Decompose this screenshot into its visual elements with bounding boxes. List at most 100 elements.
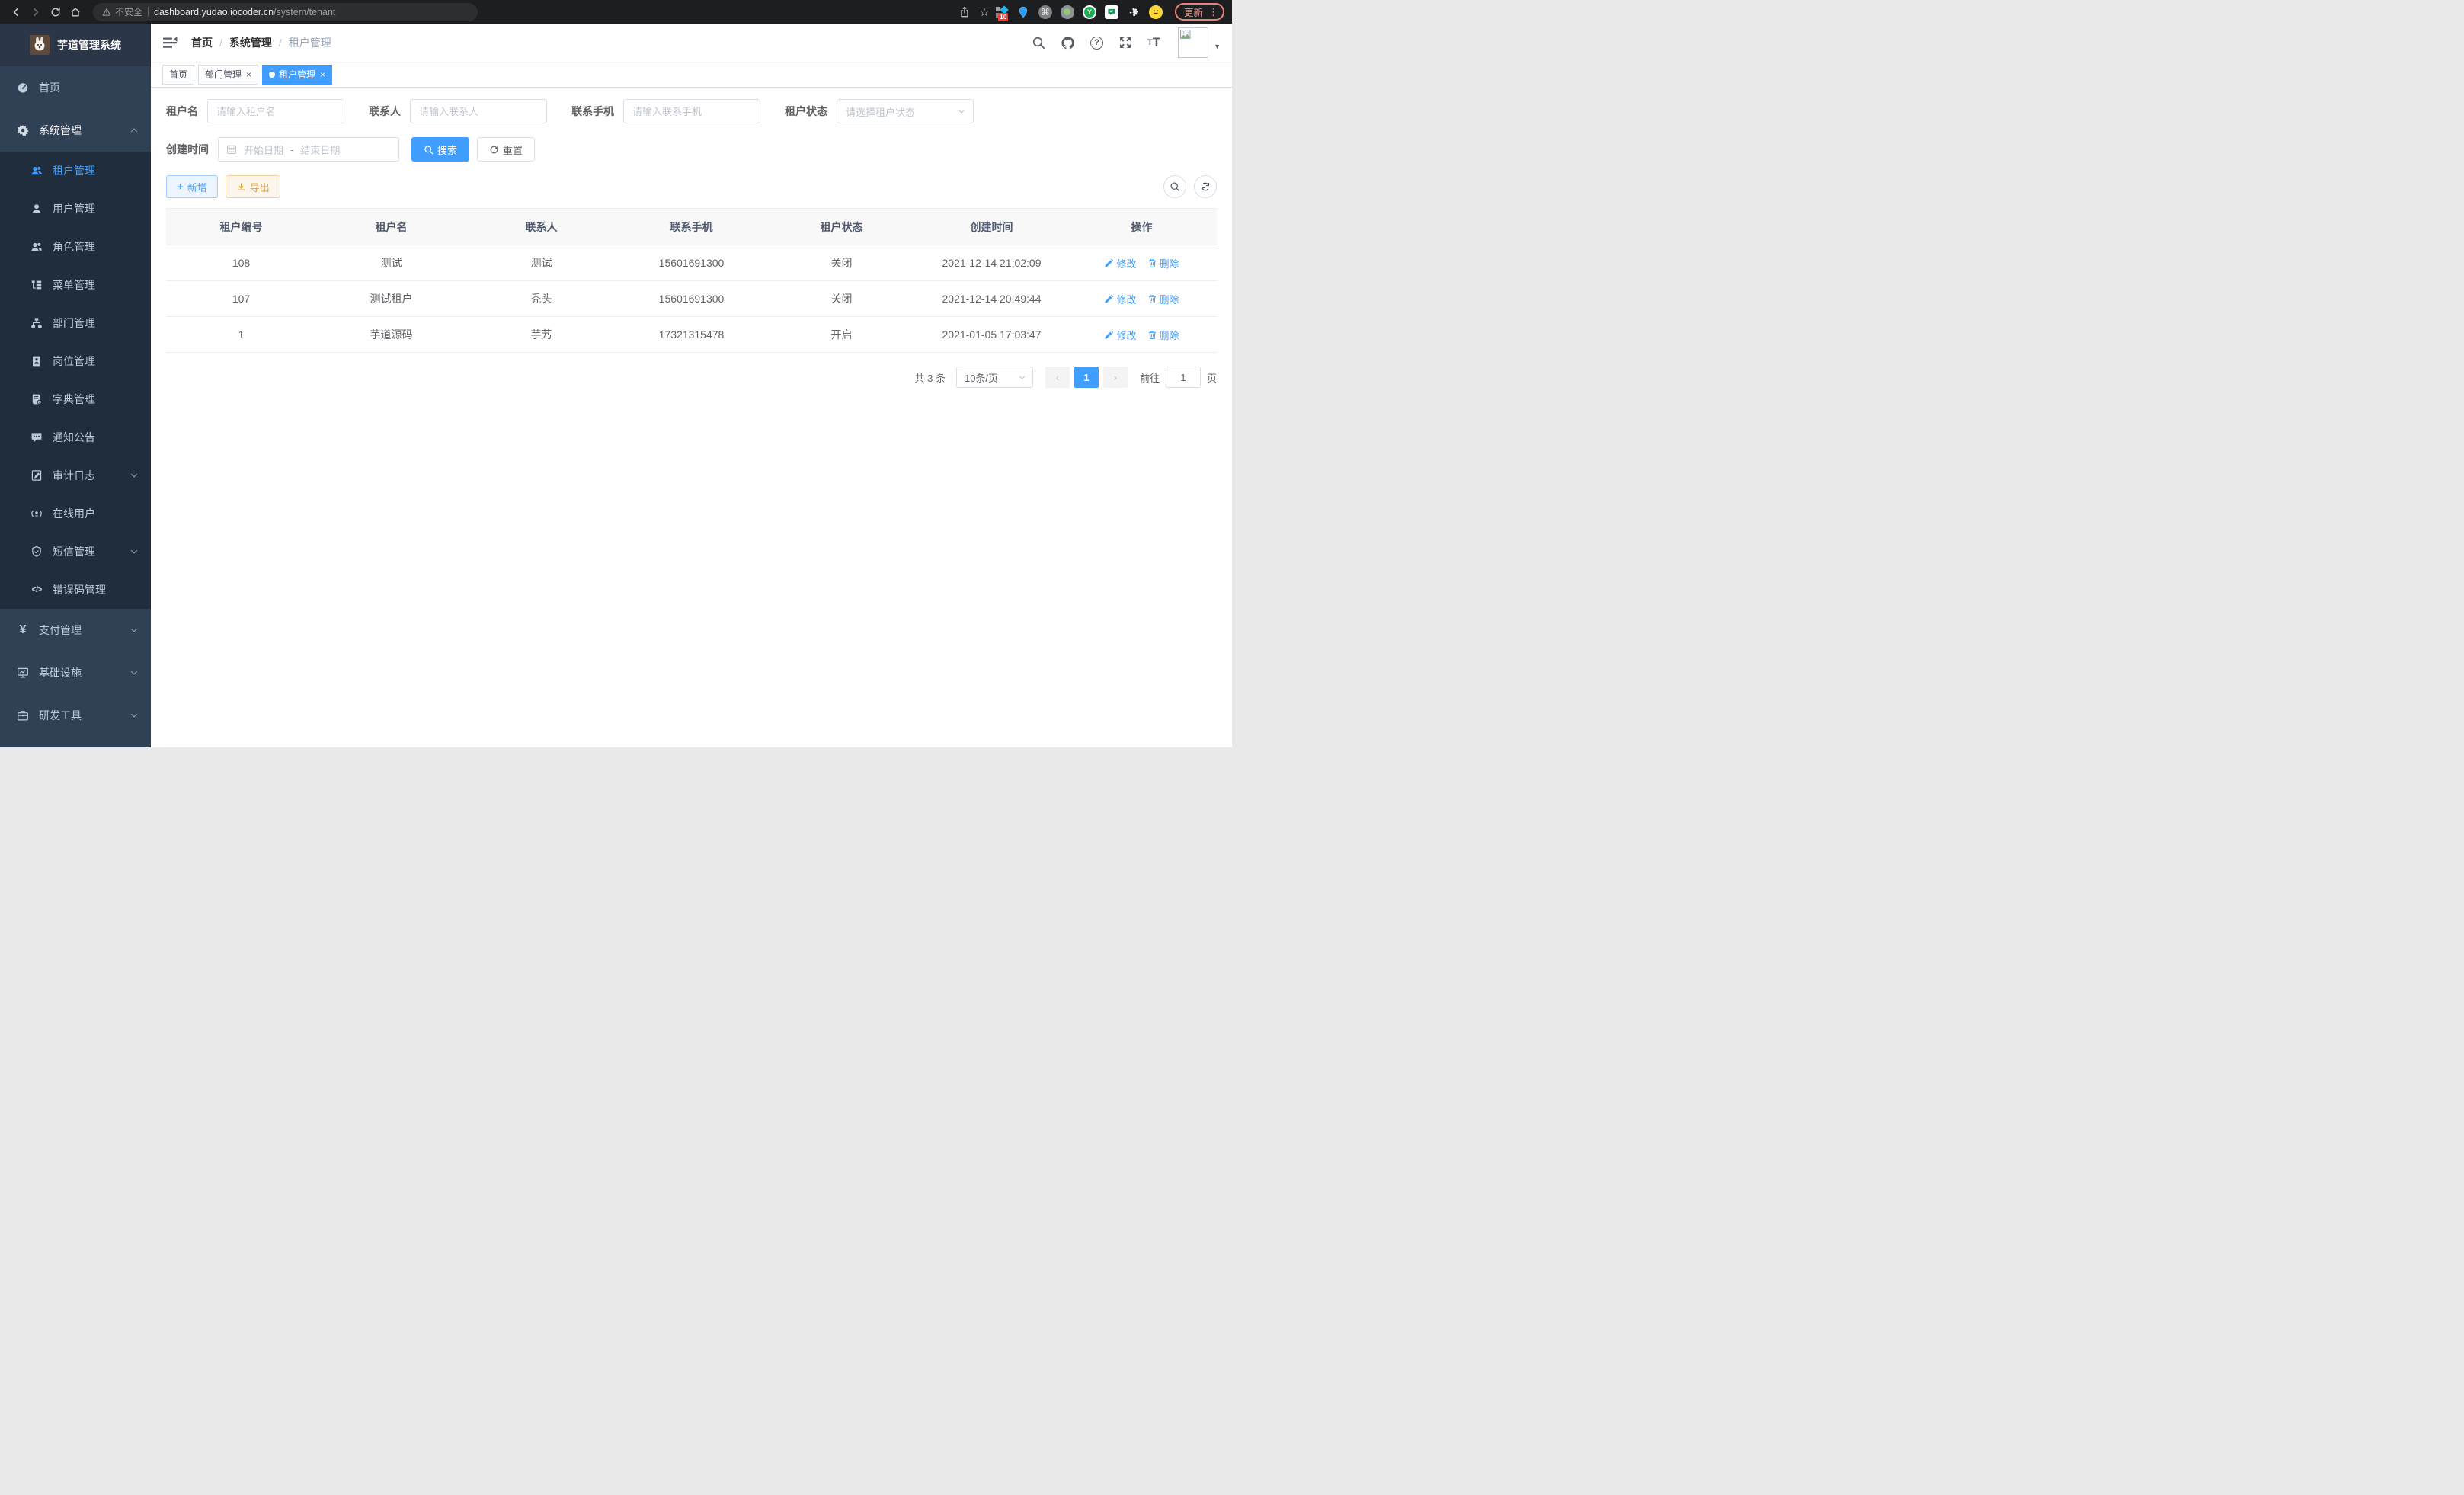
sidebar-item-devtools[interactable]: 研发工具 <box>0 694 151 737</box>
sidebar-item-sms[interactable]: 短信管理 <box>0 533 151 571</box>
toggle-search-button[interactable] <box>1163 175 1186 198</box>
forward-icon[interactable] <box>27 4 44 21</box>
delete-link[interactable]: 删除 <box>1147 328 1179 342</box>
sidebar-item-dept[interactable]: 部门管理 <box>0 304 151 342</box>
tenant-name-input[interactable] <box>207 99 344 123</box>
caret-down-icon: ▼ <box>1214 43 1221 50</box>
sidebar-item-dict[interactable]: 字典管理 <box>0 380 151 418</box>
fullscreen-icon[interactable] <box>1118 35 1133 50</box>
goto-page-input[interactable] <box>1166 367 1201 388</box>
cell-create-time: 2021-12-14 20:49:44 <box>917 281 1067 317</box>
status-select[interactable]: 请选择租户状态 <box>837 99 974 123</box>
search-button[interactable]: 搜索 <box>411 137 469 162</box>
export-button[interactable]: 导出 <box>226 175 280 198</box>
contact-input[interactable] <box>410 99 547 123</box>
delete-link[interactable]: 删除 <box>1147 256 1179 271</box>
refresh-table-button[interactable] <box>1194 175 1217 198</box>
prev-page-button[interactable]: ‹ <box>1045 367 1070 388</box>
search-label: 搜索 <box>437 142 457 157</box>
sidebar-item-post[interactable]: 岗位管理 <box>0 342 151 380</box>
profile-avatar-icon[interactable] <box>1149 5 1163 19</box>
edit-link[interactable]: 修改 <box>1104 292 1136 306</box>
sidebar-item-user[interactable]: 用户管理 <box>0 190 151 228</box>
trash-icon <box>1147 258 1157 268</box>
command-extension-icon[interactable]: ⌘ <box>1038 5 1052 19</box>
github-icon[interactable] <box>1061 35 1076 50</box>
page-number-active[interactable]: 1 <box>1074 367 1099 388</box>
browser-menu-icon[interactable]: ⋮ <box>1208 6 1218 18</box>
home-icon[interactable] <box>67 4 84 21</box>
edit-link[interactable]: 修改 <box>1104 328 1136 342</box>
bookmark-star-icon[interactable]: ☆ <box>976 4 993 21</box>
reload-icon[interactable] <box>47 4 64 21</box>
field-label: 租户名 <box>166 104 207 119</box>
sidebar-item-tenant[interactable]: 租户管理 <box>0 152 151 190</box>
cell-status: 关闭 <box>766 245 917 281</box>
filter-mobile: 联系手机 <box>571 99 760 123</box>
header-search-icon[interactable] <box>1031 35 1046 50</box>
trash-icon <box>1147 330 1157 340</box>
goto-page: 前往 页 <box>1140 367 1217 388</box>
sidebar-item-role[interactable]: 角色管理 <box>0 228 151 266</box>
close-icon[interactable]: × <box>246 69 251 80</box>
user-menu[interactable]: ▼ <box>1178 27 1221 58</box>
map-pin-extension-icon[interactable] <box>1016 5 1030 19</box>
sidebar-item-infra[interactable]: 基础设施 <box>0 651 151 694</box>
sidebar-item-label: 角色管理 <box>53 239 95 255</box>
edit-link[interactable]: 修改 <box>1104 256 1136 271</box>
sidebar-item-pay[interactable]: ¥ 支付管理 <box>0 609 151 651</box>
sidebar-item-audit-log[interactable]: 审计日志 <box>0 456 151 495</box>
date-range-picker[interactable]: 开始日期 - 结束日期 <box>218 137 399 162</box>
sidebar-logo[interactable]: 芋道管理系统 <box>0 24 151 66</box>
app-frame: 芋道管理系统 首页 系统管理 租户管理 用户管理 <box>0 24 1232 748</box>
back-icon[interactable] <box>8 4 24 21</box>
chat-extension-icon[interactable] <box>1105 5 1118 19</box>
tab-tenant[interactable]: 租户管理× <box>262 65 332 85</box>
filter-status: 租户状态 请选择租户状态 <box>785 99 974 123</box>
sidebar-item-menu[interactable]: 菜单管理 <box>0 266 151 304</box>
cell-mobile: 15601691300 <box>616 245 766 281</box>
breadcrumb-section[interactable]: 系统管理 <box>229 35 272 50</box>
breadcrumb-home[interactable]: 首页 <box>191 35 213 50</box>
puzzle-extensions-icon[interactable] <box>1127 5 1141 19</box>
delete-link[interactable]: 删除 <box>1147 292 1179 306</box>
chevron-up-icon <box>130 126 139 135</box>
table-row: 107 测试租户 秃头 15601691300 关闭 2021-12-14 20… <box>166 281 1217 317</box>
add-button[interactable]: + 新增 <box>166 175 218 198</box>
refresh-icon <box>1200 181 1211 192</box>
y-extension-icon[interactable]: Y <box>1083 5 1096 19</box>
chrome-update-button[interactable]: 更新 ⋮ <box>1175 3 1224 21</box>
security-warning[interactable]: 不安全 <box>102 5 142 18</box>
page-size-select[interactable]: 10条/页 <box>956 367 1033 388</box>
address-bar[interactable]: 不安全 dashboard.yudao.iocoder.cn/system/te… <box>93 3 478 21</box>
share-icon[interactable] <box>956 4 973 21</box>
sidebar-item-error-code[interactable]: </> 错误码管理 <box>0 571 151 609</box>
tab-home[interactable]: 首页 <box>162 65 194 85</box>
divider <box>148 7 149 17</box>
navbar-actions: ? TT ▼ <box>1031 27 1221 58</box>
chevron-down-icon <box>1018 373 1026 382</box>
font-large-glyph: T <box>1153 35 1160 50</box>
password-extension-icon[interactable]: 10 <box>996 6 1008 18</box>
sidebar-item-online-user[interactable]: 在线用户 <box>0 495 151 533</box>
font-size-icon[interactable]: TT <box>1147 35 1160 50</box>
close-icon[interactable]: × <box>320 69 325 80</box>
dot-extension-icon[interactable] <box>1061 5 1074 19</box>
help-icon[interactable]: ? <box>1090 37 1103 50</box>
cell-tenant-id: 1 <box>166 317 316 353</box>
toolbar-right <box>1163 175 1217 198</box>
sidebar-item-notice[interactable]: 通知公告 <box>0 418 151 456</box>
reset-button[interactable]: 重置 <box>477 137 535 162</box>
tab-dept[interactable]: 部门管理× <box>198 65 258 85</box>
chevron-down-icon <box>130 711 139 720</box>
cell-status: 开启 <box>766 317 917 353</box>
total-count: 共 3 条 <box>915 370 946 385</box>
sidebar-item-system[interactable]: 系统管理 <box>0 109 151 152</box>
sidebar-item-home[interactable]: 首页 <box>0 66 151 109</box>
next-page-button[interactable]: › <box>1103 367 1128 388</box>
mobile-input[interactable] <box>623 99 760 123</box>
tenant-users-icon <box>30 165 43 177</box>
sidebar-collapse-icon[interactable] <box>162 35 178 50</box>
delete-label: 删除 <box>1160 328 1179 342</box>
warning-triangle-icon <box>102 8 111 17</box>
